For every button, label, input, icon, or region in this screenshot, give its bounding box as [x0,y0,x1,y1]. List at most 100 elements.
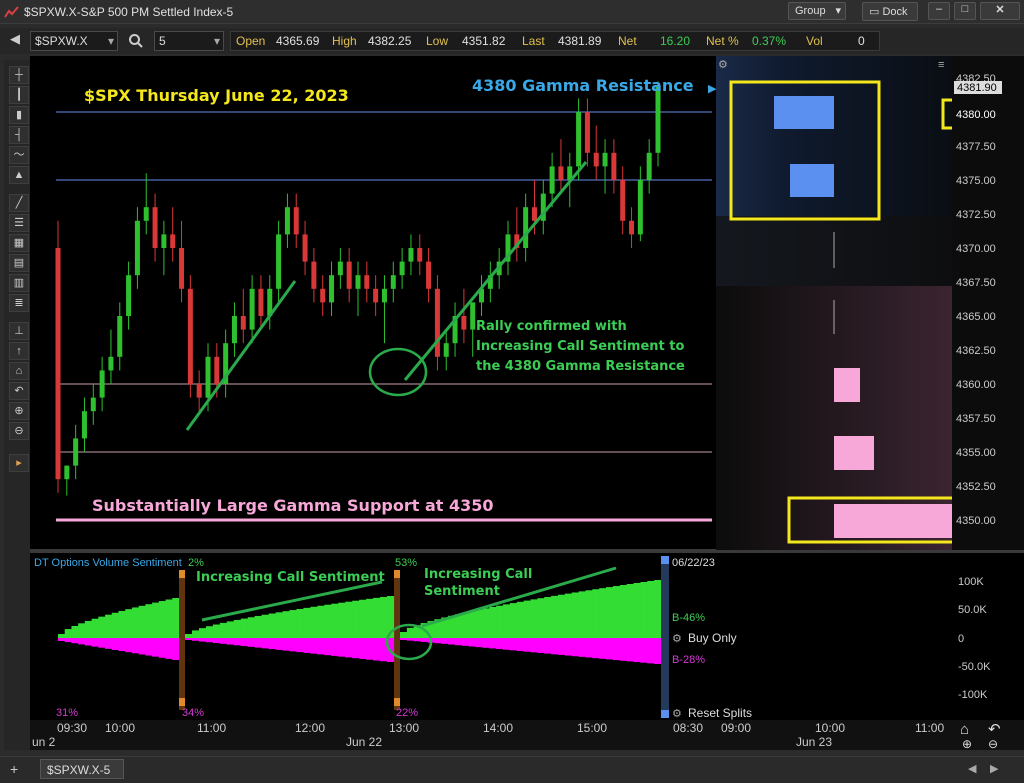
candle-body [461,316,467,330]
sentiment-buy-bar [233,619,242,638]
buy-only-toggle[interactable]: Buy Only [688,631,737,645]
close-icon: ✕ [995,4,1005,16]
sentiment-sell-bar [647,638,655,664]
arrow-icon[interactable]: ↑ [9,342,29,360]
table-icon[interactable]: ▤ [9,254,29,272]
home-icon[interactable]: ⌂ [9,362,29,380]
sentiment-buy-bar [212,624,221,638]
sentiment-sell-bar [366,638,374,660]
candle-body [99,370,105,398]
pct-label-d: 34% [182,707,204,719]
line-chart-icon[interactable]: 〜 [9,146,29,164]
sentiment-buy-bar [633,582,641,638]
sentiment-buy-bar [125,609,133,638]
candle-body [531,207,537,221]
sentiment-buy-bar [261,614,270,638]
rally-label-line1: Rally confirmed with [476,319,627,334]
zoom-in-icon[interactable]: ⊕ [9,402,29,420]
fibonacci-icon[interactable]: ☰ [9,214,29,232]
menu-icon[interactable]: ≡ [938,59,944,71]
date-tick-label: Jun 22 [346,735,382,749]
grid-icon[interactable]: ▦ [9,234,29,252]
last-label: Last [522,34,545,48]
price-axis[interactable] [952,56,1024,550]
b-magenta-label: B-28% [672,654,705,666]
profile-bar-4355 [834,436,874,470]
group-dropdown[interactable]: Group ▾ [788,2,846,20]
zoom-in-icon[interactable]: ⊕ [962,737,972,751]
pct-label-b: 53% [395,557,417,569]
interval-select[interactable]: 5 ▾ [154,31,224,51]
time-tick-label: 11:00 [197,721,226,735]
sentiment-buy-bar [352,600,360,638]
sentiment-sell-bar [468,638,477,647]
pin-icon[interactable]: ⊥ [9,322,29,340]
zoom-out-icon[interactable]: ⊖ [988,737,998,751]
sentiment-sell-bar [619,638,628,661]
gear-icon[interactable]: ⚙ [672,633,682,645]
scroll-left-icon[interactable]: ◀ [968,762,976,775]
undo-icon[interactable]: ↶ [988,721,1001,738]
crosshair-tool-icon[interactable]: ┼ [9,66,29,84]
scroll-right-icon[interactable]: ▶ [990,762,998,775]
candle-body [620,180,626,221]
sentiment-buy-bar [91,618,99,638]
reset-splits-button[interactable]: Reset Splits [688,706,752,720]
gear-icon[interactable]: ⚙ [672,708,682,720]
candle-body [161,234,167,248]
toolbar: ◀ $SPXW.X ▾ 5 ▾ [0,28,1024,54]
candle-body [152,207,158,248]
close-button[interactable]: ✕ [980,2,1020,20]
dock-button[interactable]: ▭ Dock [862,2,918,21]
candle-body [408,248,414,262]
dock-label: Dock [882,6,908,18]
candle-body [364,275,370,289]
sentiment-buy-bar [282,611,290,638]
sentiment-buy-bar [626,584,635,638]
candle-body [170,234,176,248]
candle-body [196,384,202,398]
maximize-button[interactable]: □ [954,2,976,20]
sentiment-sell-bar [564,638,573,656]
ohlc-bar-icon[interactable]: ┤ [9,126,29,144]
candle-body [399,261,405,276]
sentiment-buy-bar [303,607,311,638]
candle-body [179,248,185,289]
time-tick-label: 13:00 [389,721,419,735]
sentiment-buy-bar [406,627,415,638]
netpct-label: Net % [706,34,739,48]
sentiment-sell-bar [345,638,353,658]
columns-icon[interactable]: ▥ [9,274,29,292]
sentiment-sell-bar [185,638,193,640]
add-tab-icon[interactable]: + [10,761,18,777]
candle-body [311,261,317,289]
symbol-input[interactable]: $SPXW.X ▾ [30,31,118,51]
gear-icon[interactable]: ⚙ [718,59,728,71]
price-tick-label: 4350.00 [956,515,996,527]
pointer-icon[interactable]: ▸ [9,454,29,472]
sentiment-buy-bar [496,605,504,638]
candlestick-icon[interactable]: ▮ [9,106,29,124]
candle-body [434,288,440,357]
sentiment-label-2a: Increasing Call [424,567,532,582]
chart-tab[interactable]: $SPXW.X-5 [40,759,124,779]
session-marker [179,698,185,706]
search-icon[interactable] [128,33,144,49]
area-chart-icon[interactable]: ▲ [9,166,29,184]
candle-body [293,207,299,235]
rows-icon[interactable]: ≣ [9,294,29,312]
collapse-left-icon[interactable]: ◀ [10,31,20,47]
candle-body [143,207,149,221]
undo-icon[interactable]: ↶ [9,382,29,400]
home-icon[interactable]: ⌂ [960,721,969,738]
candle-body [258,288,264,316]
trendline-icon[interactable]: ╱ [9,194,29,212]
bar-chart-icon[interactable]: ┃ [9,86,29,104]
sentiment-sell-bar [606,638,614,660]
chart-canvas[interactable]: $SPX Thursday June 22, 2023 4380 Gamma R… [30,56,1024,751]
zoom-out-icon[interactable]: ⊖ [9,422,29,440]
minimize-button[interactable]: – [928,2,950,20]
low-value: 4351.82 [462,34,506,48]
date-tick-label: Jun 23 [796,735,832,749]
sentiment-buy-bar [138,605,146,638]
